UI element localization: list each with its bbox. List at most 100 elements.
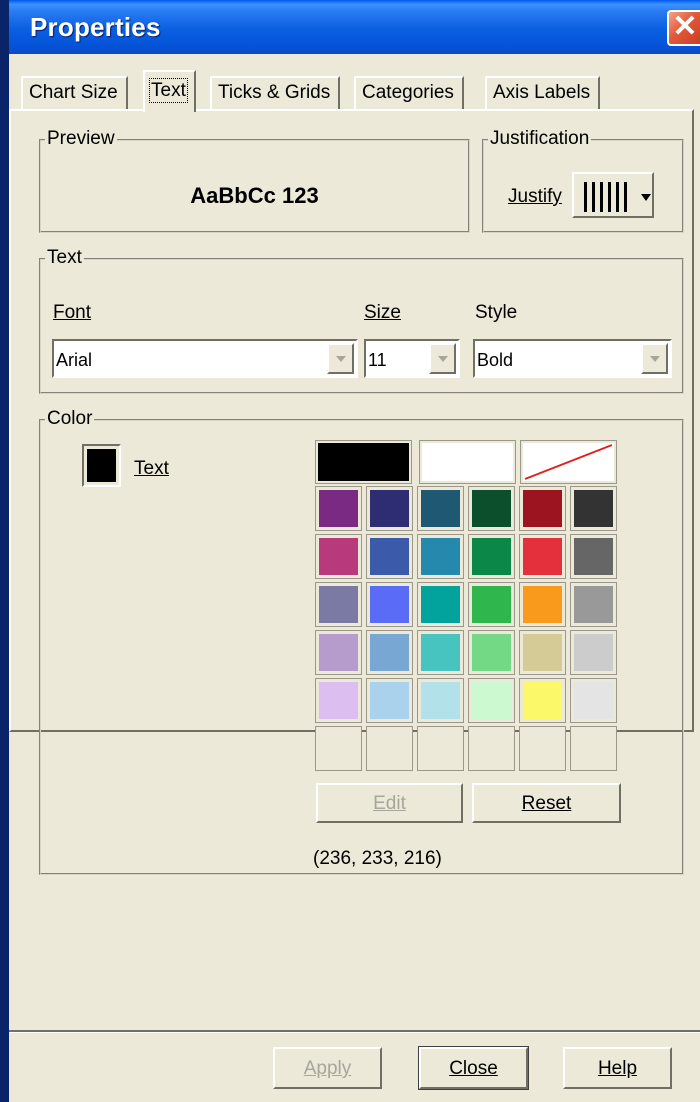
tab-label: Ticks & Grids bbox=[218, 82, 331, 103]
footer-divider-highlight bbox=[9, 1032, 700, 1033]
palette-swatch[interactable] bbox=[570, 534, 617, 579]
style-value: Bold bbox=[477, 350, 514, 370]
title-bar[interactable]: Properties ✕ bbox=[9, 0, 700, 54]
palette-swatch[interactable] bbox=[468, 534, 515, 579]
color-target-text: Text bbox=[134, 458, 169, 479]
palette-swatch[interactable] bbox=[417, 582, 464, 627]
palette-swatch[interactable] bbox=[417, 726, 464, 771]
tab-categories[interactable]: Categories bbox=[354, 76, 464, 110]
close-label: Close bbox=[449, 1058, 498, 1079]
palette-swatch[interactable] bbox=[519, 630, 566, 675]
tab-label: Axis Labels bbox=[493, 82, 591, 103]
color-target-label: Text bbox=[134, 458, 169, 480]
palette-swatch[interactable] bbox=[366, 582, 413, 627]
justify-label: Justify bbox=[508, 186, 562, 208]
palette-swatch[interactable] bbox=[366, 630, 413, 675]
help-label: Help bbox=[597, 1058, 638, 1079]
tab-text[interactable]: Text bbox=[143, 70, 196, 112]
font-select[interactable]: Arial bbox=[52, 339, 358, 378]
palette-swatch[interactable] bbox=[315, 726, 362, 771]
palette-swatch[interactable] bbox=[315, 582, 362, 627]
font-value: Arial bbox=[56, 350, 93, 370]
current-color-fill bbox=[87, 449, 116, 482]
size-value: 11 bbox=[368, 350, 387, 370]
black-color-swatch[interactable] bbox=[315, 440, 412, 484]
palette-swatch[interactable] bbox=[468, 678, 515, 723]
justify-bar bbox=[624, 182, 627, 212]
justify-bar bbox=[600, 182, 603, 212]
no-color-swatch[interactable] bbox=[520, 440, 617, 484]
preview-legend: Preview bbox=[45, 128, 117, 150]
palette-swatch[interactable] bbox=[417, 678, 464, 723]
palette-swatch[interactable] bbox=[366, 678, 413, 723]
tab-axis-labels[interactable]: Axis Labels bbox=[485, 76, 601, 110]
diagonal-line-icon bbox=[524, 444, 613, 480]
close-window-button[interactable]: ✕ bbox=[667, 10, 700, 46]
chevron-down-icon[interactable] bbox=[641, 343, 668, 374]
palette-swatch[interactable] bbox=[315, 678, 362, 723]
palette-swatch[interactable] bbox=[468, 630, 515, 675]
preview-sample: AaBbCc 123 bbox=[190, 183, 319, 208]
chevron-down-icon[interactable] bbox=[327, 343, 354, 374]
palette-swatch[interactable] bbox=[570, 486, 617, 531]
palette-swatch[interactable] bbox=[519, 726, 566, 771]
white-color-swatch[interactable] bbox=[419, 440, 516, 484]
palette-swatch[interactable] bbox=[417, 630, 464, 675]
palette-swatch[interactable] bbox=[315, 534, 362, 579]
edit-label: Edit bbox=[373, 793, 406, 814]
palette-swatch[interactable] bbox=[570, 726, 617, 771]
size-label: Size bbox=[364, 302, 401, 324]
justify-bar bbox=[592, 182, 595, 212]
palette-swatch[interactable] bbox=[519, 582, 566, 627]
chevron-down-icon[interactable] bbox=[429, 343, 456, 374]
palette-swatch[interactable] bbox=[570, 630, 617, 675]
palette-swatch[interactable] bbox=[468, 582, 515, 627]
font-label: Font bbox=[53, 302, 91, 324]
palette-swatch[interactable] bbox=[519, 486, 566, 531]
palette-swatch[interactable] bbox=[366, 726, 413, 771]
apply-button[interactable]: Apply bbox=[273, 1047, 382, 1089]
tab-strip: Chart Size Text Ticks & Grids Categories… bbox=[9, 70, 700, 112]
palette-swatch[interactable] bbox=[468, 726, 515, 771]
reset-label: Reset bbox=[521, 793, 572, 814]
justify-bar bbox=[584, 182, 587, 212]
window-title: Properties bbox=[30, 12, 161, 42]
help-button[interactable]: Help bbox=[563, 1047, 672, 1089]
color-legend: Color bbox=[45, 408, 95, 430]
palette-swatch[interactable] bbox=[468, 486, 515, 531]
style-label: Style bbox=[475, 302, 518, 323]
tab-chart-size[interactable]: Chart Size bbox=[21, 76, 128, 110]
palette-swatch[interactable] bbox=[570, 678, 617, 723]
justification-legend: Justification bbox=[488, 128, 592, 150]
palette-swatch[interactable] bbox=[570, 582, 617, 627]
size-label-text: Size bbox=[364, 302, 401, 323]
justify-bar bbox=[616, 182, 619, 212]
palette-swatch[interactable] bbox=[315, 630, 362, 675]
style-select[interactable]: Bold bbox=[473, 339, 672, 378]
justify-dropdown[interactable] bbox=[572, 172, 654, 218]
tab-label: Categories bbox=[362, 82, 454, 103]
apply-label: Apply bbox=[303, 1058, 352, 1079]
properties-window: Properties ✕ Chart Size Text Ticks & Gri… bbox=[9, 0, 700, 1102]
palette-swatch[interactable] bbox=[519, 534, 566, 579]
tab-ticks-grids[interactable]: Ticks & Grids bbox=[210, 76, 341, 110]
preview-group: Preview AaBbCc 123 bbox=[39, 128, 470, 233]
size-select[interactable]: 11 bbox=[364, 339, 460, 378]
palette-swatch[interactable] bbox=[519, 678, 566, 723]
text-legend: Text bbox=[45, 247, 84, 269]
palette-swatch[interactable] bbox=[417, 534, 464, 579]
palette-swatch[interactable] bbox=[315, 486, 362, 531]
justify-bar bbox=[608, 182, 611, 212]
reset-color-button[interactable]: Reset bbox=[472, 783, 621, 823]
tab-label: Text bbox=[149, 78, 188, 103]
current-color-swatch[interactable] bbox=[82, 444, 121, 487]
palette-swatch[interactable] bbox=[366, 486, 413, 531]
rgb-readout: (236, 233, 216) bbox=[313, 848, 442, 869]
edit-color-button[interactable]: Edit bbox=[316, 783, 463, 823]
close-button[interactable]: Close bbox=[418, 1046, 529, 1090]
font-label-text: Font bbox=[53, 302, 92, 323]
tab-label: Chart Size bbox=[29, 82, 118, 103]
palette-swatch[interactable] bbox=[417, 486, 464, 531]
justify-label-text: Justify bbox=[508, 186, 562, 207]
palette-swatch[interactable] bbox=[366, 534, 413, 579]
